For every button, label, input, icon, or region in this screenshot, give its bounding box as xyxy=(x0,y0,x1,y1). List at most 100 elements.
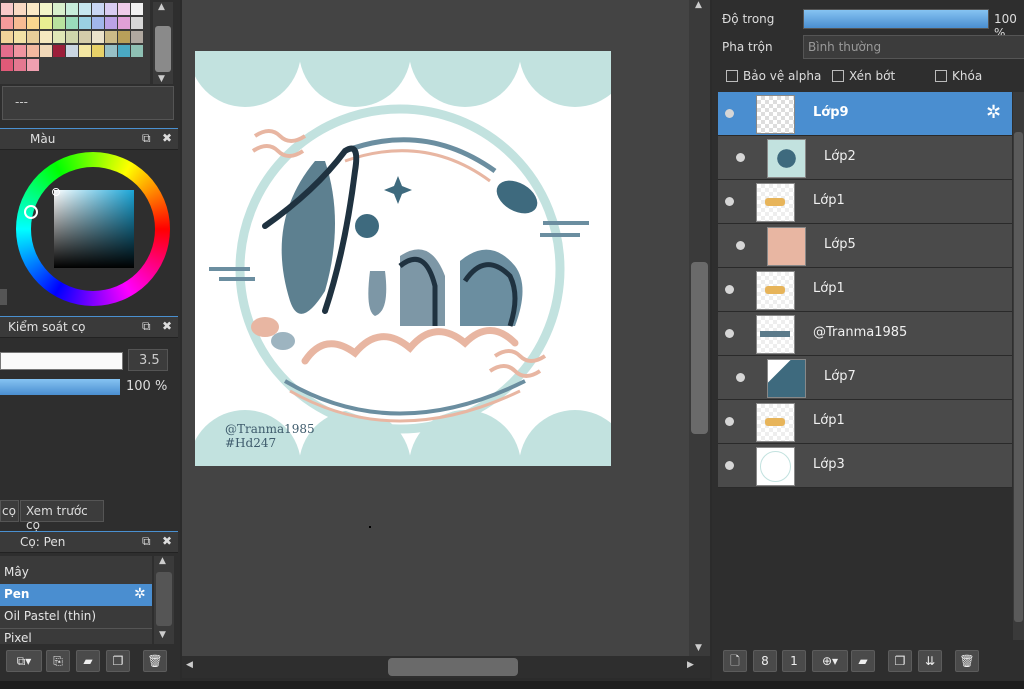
layer-row[interactable]: Lớp1 xyxy=(718,400,1012,444)
color-swatch[interactable] xyxy=(92,3,104,15)
palette-scrollbar[interactable]: ▲ ▼ xyxy=(153,2,173,84)
color-swatch[interactable] xyxy=(79,3,91,15)
canvas-vertical-scrollbar[interactable]: ▲ ▼ xyxy=(689,0,710,656)
color-swatch[interactable] xyxy=(79,17,91,29)
new-layer-1bit-button[interactable]: 1 xyxy=(782,650,806,672)
new-brush-button[interactable]: ⧉▾ xyxy=(6,650,42,672)
popout-icon[interactable]: ⧉ xyxy=(142,319,151,334)
color-swatch[interactable] xyxy=(1,45,13,57)
trash-icon[interactable]: 🗑 xyxy=(955,650,979,672)
visibility-eye-icon[interactable] xyxy=(725,109,734,118)
color-swatch[interactable] xyxy=(14,3,26,15)
layers-scrollbar[interactable] xyxy=(1013,92,1024,640)
copy-brush-button[interactable]: ⎘ xyxy=(46,650,70,672)
color-swatch[interactable] xyxy=(105,31,117,43)
color-swatch[interactable] xyxy=(27,59,39,71)
scroll-thumb[interactable] xyxy=(156,572,172,626)
list-item[interactable]: Oil Pastel (thin) xyxy=(0,606,152,629)
color-swatch[interactable] xyxy=(131,17,143,29)
gear-icon[interactable]: ✲ xyxy=(134,586,146,602)
tab-brush-preview[interactable]: Xem trước cọ xyxy=(20,500,104,532)
color-swatch[interactable] xyxy=(66,31,78,43)
popout-icon[interactable]: ⧉ xyxy=(142,534,151,549)
color-swatch[interactable] xyxy=(27,3,39,15)
color-swatch[interactable] xyxy=(27,17,39,29)
layer-row[interactable]: Lớp1 xyxy=(718,180,1012,224)
color-swatch[interactable] xyxy=(92,45,104,57)
color-swatch[interactable] xyxy=(66,45,78,57)
visibility-eye-icon[interactable] xyxy=(725,461,734,470)
duplicate-icon[interactable]: ❐ xyxy=(106,650,130,672)
color-panel-side-button[interactable] xyxy=(0,289,7,305)
merge-layer-icon[interactable]: ⇊ xyxy=(918,650,942,672)
scroll-up-icon[interactable]: ▲ xyxy=(159,556,166,566)
color-swatch[interactable] xyxy=(131,31,143,43)
close-icon[interactable]: ✖ xyxy=(162,534,172,548)
color-swatch[interactable] xyxy=(14,31,26,43)
layer-row[interactable]: Lớp9 ✲ xyxy=(718,92,1012,136)
color-swatch[interactable] xyxy=(1,3,13,15)
color-swatch[interactable] xyxy=(105,45,117,57)
list-item[interactable]: Mây xyxy=(0,562,152,585)
blend-mode-select[interactable]: Bình thường xyxy=(803,35,1024,59)
color-swatch[interactable] xyxy=(131,45,143,57)
color-swatch[interactable] xyxy=(40,45,52,57)
color-wheel-handle[interactable] xyxy=(24,205,38,219)
folder-icon[interactable]: ▰ xyxy=(851,650,875,672)
color-swatch[interactable] xyxy=(27,45,39,57)
color-swatch[interactable] xyxy=(53,17,65,29)
color-swatch[interactable] xyxy=(118,17,130,29)
color-swatch[interactable] xyxy=(53,31,65,43)
color-swatch[interactable] xyxy=(14,17,26,29)
layer-row[interactable]: Lớp7 xyxy=(718,356,1012,400)
scroll-down-icon[interactable]: ▼ xyxy=(695,643,702,653)
color-swatch[interactable] xyxy=(118,45,130,57)
canvas-area[interactable]: @Tranma1985 #Hd247 ▲ ▼ xyxy=(182,0,710,656)
clipping-checkbox[interactable] xyxy=(832,70,844,82)
list-item-selected[interactable]: Pen ✲ xyxy=(0,584,152,606)
color-swatch[interactable] xyxy=(53,3,65,15)
trash-icon[interactable]: 🗑 xyxy=(143,650,167,672)
visibility-eye-icon[interactable] xyxy=(725,417,734,426)
color-swatch[interactable] xyxy=(131,3,143,15)
new-layer-button[interactable]: 🗋 xyxy=(723,650,747,672)
palette-selector[interactable]: --- xyxy=(2,86,174,120)
artwork-canvas[interactable]: @Tranma1985 #Hd247 xyxy=(195,51,611,466)
color-swatch[interactable] xyxy=(66,17,78,29)
duplicate-layer-icon[interactable]: ❐ xyxy=(888,650,912,672)
tab-brush[interactable]: cọ xyxy=(0,500,19,522)
layer-row[interactable]: Lớp2 xyxy=(718,136,1012,180)
brush-size-value-box[interactable]: 3.5 xyxy=(128,349,168,371)
color-swatch[interactable] xyxy=(105,17,117,29)
scroll-left-icon[interactable]: ◀ xyxy=(186,660,193,670)
visibility-eye-icon[interactable] xyxy=(736,373,745,382)
color-swatch[interactable] xyxy=(79,31,91,43)
scroll-down-icon[interactable]: ▼ xyxy=(158,74,165,84)
layer-row[interactable]: @Tranma1985 xyxy=(718,312,1012,356)
color-swatch[interactable] xyxy=(92,31,104,43)
color-palette[interactable] xyxy=(0,0,150,84)
scroll-thumb[interactable] xyxy=(155,26,171,72)
color-swatch[interactable] xyxy=(14,45,26,57)
color-swatch[interactable] xyxy=(79,45,91,57)
layer-row[interactable]: Lớp5 xyxy=(718,224,1012,268)
visibility-eye-icon[interactable] xyxy=(725,285,734,294)
close-icon[interactable]: ✖ xyxy=(162,131,172,145)
folder-icon[interactable]: ▰ xyxy=(76,650,100,672)
close-icon[interactable]: ✖ xyxy=(162,319,172,333)
new-layer-8bit-button[interactable]: 8 xyxy=(753,650,777,672)
color-swatch[interactable] xyxy=(53,45,65,57)
popout-icon[interactable]: ⧉ xyxy=(142,131,151,146)
color-swatch[interactable] xyxy=(118,31,130,43)
color-swatch[interactable] xyxy=(27,31,39,43)
visibility-eye-icon[interactable] xyxy=(736,153,745,162)
scroll-thumb[interactable] xyxy=(1014,132,1023,622)
visibility-eye-icon[interactable] xyxy=(725,329,734,338)
brush-opacity-slider[interactable] xyxy=(0,379,120,395)
color-picker-square[interactable] xyxy=(54,190,134,268)
color-swatch[interactable] xyxy=(105,3,117,15)
color-swatch[interactable] xyxy=(40,17,52,29)
layer-opacity-slider[interactable] xyxy=(803,9,989,29)
color-square-handle[interactable] xyxy=(52,188,60,196)
scroll-thumb[interactable] xyxy=(388,658,518,676)
